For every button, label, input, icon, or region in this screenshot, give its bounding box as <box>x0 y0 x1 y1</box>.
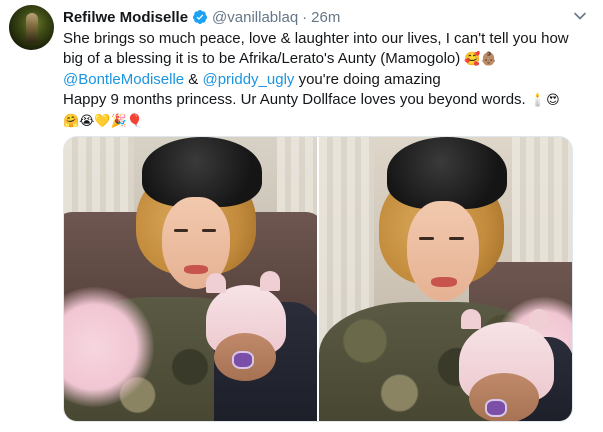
separator-dot: · <box>302 8 308 26</box>
tweet-header: Refilwe Modiselle @vanillablaq · 26m <box>63 7 340 27</box>
mention-link[interactable]: @priddy_ugly <box>202 71 294 88</box>
chevron-down-icon[interactable] <box>573 9 587 23</box>
tweet[interactable]: Refilwe Modiselle @vanillablaq · 26m She… <box>0 0 603 432</box>
tweet-line-1: She brings so much peace, love & laughte… <box>63 30 569 47</box>
tweet-line-3-amp: & <box>184 71 203 88</box>
author-handle[interactable]: @vanillablaq <box>212 9 298 26</box>
tweet-line-5: 🤗😭💛🎉🎈 <box>63 111 583 132</box>
photo-1[interactable] <box>64 137 317 421</box>
author-name[interactable]: Refilwe Modiselle <box>63 9 188 26</box>
tweet-line-3-text: you're doing amazing <box>294 71 441 88</box>
mention-link[interactable]: @BontleModiselle <box>63 71 184 88</box>
tweet-line-3: @BontleModiselle & @priddy_ugly you're d… <box>63 70 583 90</box>
tweet-line-2: big of a blessing it is to be Afrika/Ler… <box>63 49 583 70</box>
tweet-line-4-text: Happy 9 months princess. Ur Aunty Dollfa… <box>63 91 526 108</box>
photo-2[interactable] <box>319 137 572 421</box>
emoji-group: 🤗😭💛🎉🎈 <box>63 114 143 129</box>
verified-badge-icon <box>192 9 208 25</box>
media-grid <box>63 136 573 422</box>
tweet-line-4: Happy 9 months princess. Ur Aunty Dollfa… <box>63 90 583 111</box>
avatar[interactable] <box>9 5 54 50</box>
tweet-text: She brings so much peace, love & laughte… <box>63 29 583 132</box>
timestamp[interactable]: 26m <box>311 9 340 26</box>
emoji-group: 🥰👶🏽 <box>464 52 497 67</box>
tweet-line-2-text: big of a blessing it is to be Afrika/Ler… <box>63 50 461 67</box>
emoji-group: 🕯️😍 <box>529 93 560 108</box>
